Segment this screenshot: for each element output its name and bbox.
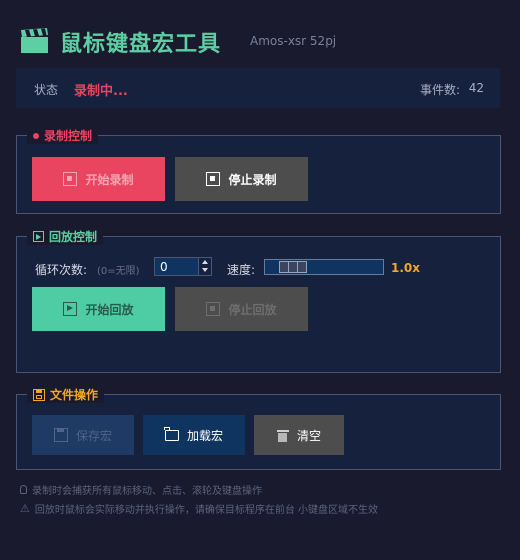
play-icon: [33, 231, 44, 242]
event-count-label: 事件数:: [419, 83, 460, 97]
file-panel: 文件操作 保存宏 加载宏 清空: [16, 386, 501, 470]
speed-slider[interactable]: [264, 259, 384, 275]
start-playback-button[interactable]: 开始回放: [32, 287, 165, 331]
app-title: 鼠标键盘宏工具: [60, 32, 222, 57]
stepper-up-icon[interactable]: [202, 260, 208, 264]
clear-button[interactable]: 清空: [254, 415, 344, 455]
loop-count-value: 0: [160, 260, 168, 274]
loop-count-stepper[interactable]: [198, 258, 211, 275]
stop-record-button[interactable]: 停止录制: [175, 157, 308, 201]
record-panel: 录制控制 开始录制 停止录制: [16, 127, 501, 214]
start-record-button[interactable]: 开始录制: [32, 157, 165, 201]
tip-record: 录制时会捕获所有鼠标移动、点击、滚轮及键盘操作: [20, 482, 262, 497]
playback-panel: 回放控制 循环次数: (0=无限) 0 速度: 1.0x 开始回放 停止回放: [16, 228, 501, 373]
loop-count-label: 循环次数:: [35, 263, 88, 277]
tip-playback: ⚠ 回放时鼠标会实际移动并执行操作，请确保目标程序在前台 小键盘区域不生效: [20, 502, 379, 516]
speed-value: 1.0x: [391, 261, 420, 275]
event-count-value: 42: [468, 81, 484, 95]
speed-slider-handle[interactable]: [279, 261, 307, 273]
stepper-down-icon[interactable]: [202, 268, 208, 272]
load-macro-button[interactable]: 加载宏: [143, 415, 245, 455]
play-icon: [63, 302, 78, 316]
speed-label: 速度:: [227, 263, 256, 277]
record-dot-icon: [33, 132, 39, 139]
app-author: Amos-xsr 52pj: [250, 34, 337, 48]
status-bar: 状态 录制中... 事件数: 42: [16, 68, 500, 108]
warning-icon: ⚠: [20, 502, 30, 515]
record-panel-title: 录制控制: [27, 127, 99, 144]
loop-count-hint: (0=无限): [97, 266, 140, 277]
file-panel-title: 文件操作: [27, 386, 105, 403]
folder-icon: [164, 426, 179, 441]
stop-icon: [206, 172, 221, 186]
save-macro-button[interactable]: 保存宏: [32, 415, 134, 455]
trash-icon: [276, 429, 289, 442]
stop-playback-button[interactable]: 停止回放: [175, 287, 308, 331]
clapperboard-icon: [20, 28, 50, 54]
floppy-icon: [33, 388, 45, 401]
playback-panel-title: 回放控制: [27, 228, 104, 245]
record-icon: [63, 172, 78, 186]
status-label: 状态: [34, 83, 59, 97]
stop-icon: [206, 302, 221, 316]
lightbulb-icon: [20, 485, 27, 494]
loop-count-spinbox[interactable]: 0: [154, 257, 212, 276]
status-value: 录制中...: [74, 84, 128, 99]
floppy-icon: [53, 428, 68, 442]
